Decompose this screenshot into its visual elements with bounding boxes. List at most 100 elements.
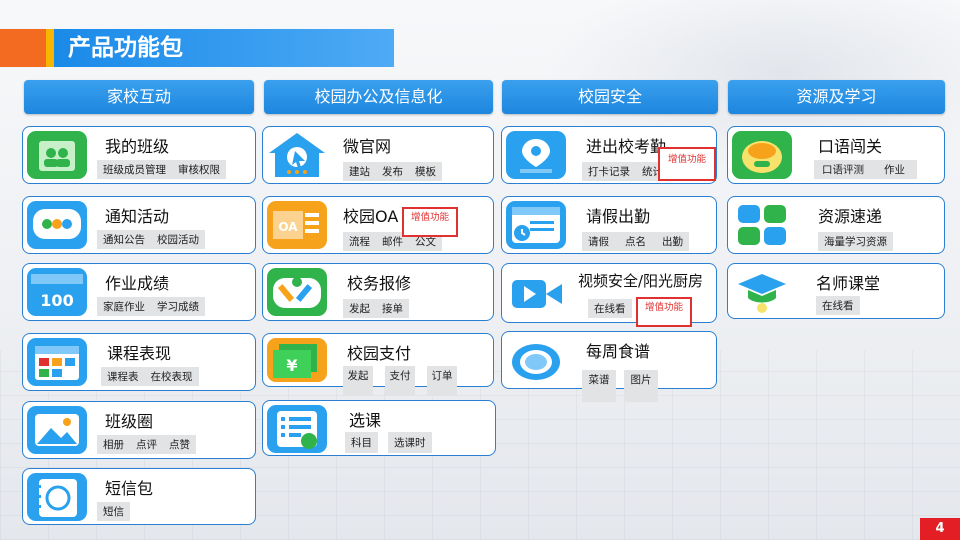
card-attendance[interactable]: 进出校考勤 打卡记录 统计 增值功能 (501, 126, 717, 184)
tag-group: 口语评测 作业 (814, 160, 917, 179)
tag[interactable]: 点赞 (163, 435, 196, 454)
page-title-bar: 产品功能包 (0, 29, 394, 67)
tag[interactable]: 相册 (97, 435, 130, 454)
tag[interactable]: 图片 (624, 370, 658, 402)
tag-group: 海量学习资源 (818, 232, 893, 251)
tag-group: 短信 (97, 502, 130, 521)
tag[interactable]: 请假 (582, 232, 615, 251)
card-menu[interactable]: 每周食谱 菜谱 图片 (501, 331, 717, 402)
card-sms[interactable]: 短信包 短信 (22, 468, 256, 525)
tag-group: 在线看 (588, 299, 632, 318)
dinner-plate-icon (506, 336, 566, 384)
tag[interactable]: 课程表 (101, 367, 145, 386)
tag[interactable]: 流程 (343, 232, 376, 251)
card-title: 作业成绩 (105, 274, 170, 293)
card-title: 选课 (349, 411, 382, 430)
tag[interactable]: 出勤 (656, 232, 689, 251)
class-members-icon (27, 131, 87, 179)
tag-group: 课程表 在校表现 (101, 367, 199, 386)
card-title: 资源速递 (818, 207, 883, 226)
tag[interactable]: 打卡记录 (582, 162, 636, 181)
oral-speech-icon (732, 131, 792, 179)
card-course[interactable]: 课程表现 课程表 在校表现 (22, 333, 256, 391)
tag[interactable]: 发布 (376, 162, 409, 181)
tag[interactable]: 审核权限 (172, 160, 226, 179)
tag[interactable]: 在线看 (588, 299, 632, 318)
tag[interactable]: 短信 (97, 502, 130, 521)
card-video[interactable]: 视频安全/阳光厨房 在线看 增值功能 (501, 263, 717, 327)
column-header-safety[interactable]: 校园安全 (502, 80, 718, 114)
column-header-resources[interactable]: 资源及学习 (728, 80, 945, 114)
tag[interactable]: 发起 (343, 299, 376, 318)
graduation-cap-icon (732, 268, 792, 316)
card-title: 微官网 (343, 137, 392, 156)
card-pay[interactable]: ¥ 校园支付 发起 支付 订单 (262, 333, 494, 396)
tag[interactable]: 在校表现 (145, 367, 199, 386)
tag[interactable]: 海量学习资源 (818, 232, 893, 251)
tag[interactable]: 科目 (345, 432, 378, 453)
tag[interactable]: 点评 (130, 435, 163, 454)
card-leave[interactable]: 请假出勤 请假 点名 出勤 (501, 196, 717, 254)
tag-group: 建站 发布 模板 (343, 162, 442, 181)
card-title: 校园支付 (347, 344, 412, 363)
svg-text:OA: OA (278, 220, 298, 234)
tag[interactable]: 在线看 (816, 296, 860, 315)
card-title: 课程表现 (107, 344, 172, 363)
tag[interactable]: 作业 (872, 160, 917, 179)
card-title: 班级圈 (105, 412, 154, 431)
tag[interactable]: 点名 (615, 232, 656, 251)
card-title: 口语闯关 (818, 137, 883, 156)
tag[interactable]: 订单 (427, 366, 457, 396)
video-camera-icon (506, 270, 566, 318)
page-number: 4 (920, 518, 960, 540)
svg-text:¥: ¥ (286, 356, 297, 375)
photo-album-icon (27, 406, 87, 454)
card-select[interactable]: 选课 科目 选课时 (262, 400, 496, 456)
tag[interactable]: 家庭作业 (97, 297, 151, 316)
tag-group: 请假 点名 出勤 (582, 232, 689, 251)
tag[interactable]: 校园活动 (151, 230, 205, 249)
column-header-home-school[interactable]: 家校互动 (24, 80, 254, 114)
card-class-circle[interactable]: 班级圈 相册 点评 点赞 (22, 401, 256, 459)
tag-group: 发起 接单 (343, 299, 409, 318)
repair-tools-icon (267, 268, 327, 316)
card-title: 我的班级 (105, 137, 170, 156)
oa-document-icon: OA (267, 201, 327, 249)
yuan-payment-icon: ¥ (267, 338, 327, 382)
card-teacher[interactable]: 名师课堂 在线看 (727, 263, 945, 319)
card-homework[interactable]: 100 作业成绩 家庭作业 学习成绩 (22, 263, 256, 321)
card-notice[interactable]: 通知活动 通知公告 校园活动 (22, 196, 256, 254)
tag[interactable]: 发起 (343, 366, 373, 396)
card-oa[interactable]: OA 校园OA 流程 邮件 公文 增值功能 (262, 196, 494, 254)
addon-badge: 增值功能 (658, 147, 716, 181)
tag[interactable]: 口语评测 (814, 160, 872, 179)
card-title: 校务报修 (347, 274, 412, 293)
resource-tiles-icon (732, 201, 792, 249)
title-accent-yellow (46, 29, 54, 67)
addon-badge: 增值功能 (402, 207, 458, 237)
tag[interactable]: 建站 (343, 162, 376, 181)
tag-group: 在线看 (816, 296, 860, 315)
tag[interactable]: 班级成员管理 (97, 160, 172, 179)
card-website[interactable]: 微官网 建站 发布 模板 (262, 126, 494, 184)
card-repair[interactable]: 校务报修 发起 接单 (262, 263, 494, 321)
tag[interactable]: 通知公告 (97, 230, 151, 249)
card-oral[interactable]: 口语闯关 口语评测 作业 (727, 126, 945, 184)
card-title: 视频安全/阳光厨房 (578, 272, 704, 290)
column-header-office[interactable]: 校园办公及信息化 (264, 80, 493, 114)
page-title: 产品功能包 (68, 35, 183, 61)
chat-bubble-icon (27, 201, 87, 249)
tag[interactable]: 支付 (385, 366, 415, 396)
calendar-icon (27, 338, 87, 386)
card-title: 请假出勤 (586, 207, 651, 226)
tag[interactable]: 菜谱 (582, 370, 616, 402)
tag-group: 打卡记录 统计 (582, 162, 669, 181)
tag[interactable]: 接单 (376, 299, 409, 318)
tag[interactable]: 选课时 (388, 432, 432, 453)
tag[interactable]: 学习成绩 (151, 297, 205, 316)
tag[interactable]: 模板 (409, 162, 442, 181)
location-pin-icon (506, 131, 566, 179)
score-100-icon: 100 (27, 268, 87, 316)
card-my-class[interactable]: 我的班级 班级成员管理 审核权限 (22, 126, 256, 184)
card-resource[interactable]: 资源速递 海量学习资源 (727, 196, 945, 254)
